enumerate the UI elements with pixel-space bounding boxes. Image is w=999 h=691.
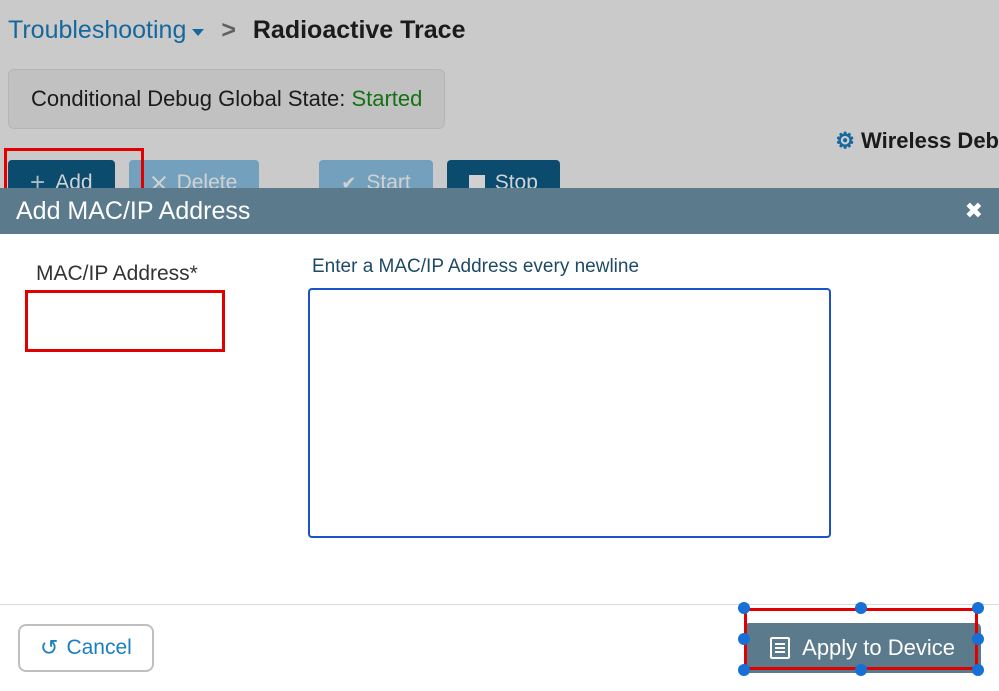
debug-status-label: Conditional Debug Global State: bbox=[31, 86, 345, 111]
breadcrumb-root-label: Troubleshooting bbox=[8, 16, 186, 45]
breadcrumb-current: Radioactive Trace bbox=[253, 16, 466, 44]
mac-ip-field-label: MAC/IP Address* bbox=[18, 256, 288, 582]
cancel-button[interactable]: Cancel bbox=[18, 624, 154, 672]
mac-ip-textarea[interactable] bbox=[308, 288, 831, 538]
breadcrumb-separator: > bbox=[221, 16, 236, 44]
save-icon bbox=[770, 637, 790, 659]
chevron-down-icon bbox=[192, 29, 204, 36]
undo-icon bbox=[40, 635, 58, 661]
mac-ip-field-column: Enter a MAC/IP Address every newline bbox=[308, 256, 981, 582]
gear-icon: ⚙ bbox=[835, 128, 855, 154]
modal-body: MAC/IP Address* Enter a MAC/IP Address e… bbox=[0, 234, 999, 604]
modal-header: Add MAC/IP Address ✖ bbox=[0, 188, 999, 234]
cancel-button-label: Cancel bbox=[66, 636, 131, 660]
close-icon[interactable]: ✖ bbox=[965, 198, 983, 224]
wireless-debug-label: Wireless Deb bbox=[861, 128, 999, 154]
apply-to-device-button[interactable]: Apply to Device bbox=[744, 623, 981, 673]
modal-footer: Cancel Apply to Device bbox=[0, 604, 999, 691]
mac-ip-hint: Enter a MAC/IP Address every newline bbox=[312, 256, 831, 278]
breadcrumb-root-link[interactable]: Troubleshooting bbox=[8, 16, 204, 45]
wireless-debug-link[interactable]: ⚙ Wireless Deb bbox=[835, 128, 999, 154]
debug-status-pill: Conditional Debug Global State: Started bbox=[8, 69, 445, 129]
add-mac-ip-modal: Add MAC/IP Address ✖ MAC/IP Address* Ent… bbox=[0, 234, 999, 691]
modal-title: Add MAC/IP Address bbox=[16, 197, 250, 226]
apply-button-label: Apply to Device bbox=[802, 635, 955, 661]
breadcrumb: Troubleshooting > Radioactive Trace bbox=[0, 0, 999, 61]
debug-status-value: Started bbox=[351, 86, 422, 111]
